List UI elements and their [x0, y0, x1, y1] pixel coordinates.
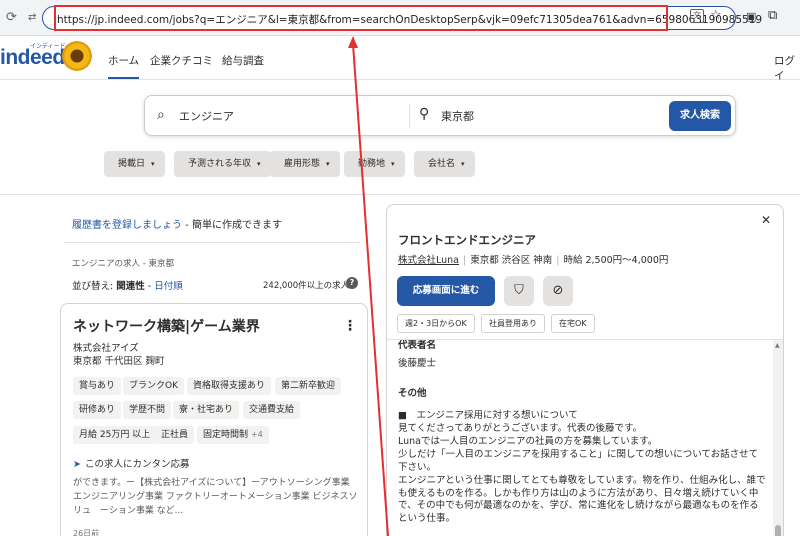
sort-relevance: 関連性 [116, 281, 145, 292]
job-title[interactable]: ネットワーク構築|ゲーム業界 [73, 316, 260, 336]
job-tag: 資格取得支援あり [187, 377, 272, 395]
site-header: indeed インディード ホーム 企業クチコミ 給与調査 ログイ [0, 36, 800, 83]
representative-name: 後藤慶士 [398, 358, 437, 369]
detail-tag: 週2・3日からOK [397, 314, 475, 333]
job-company: 株式会社アイズ [73, 343, 139, 354]
job-tag: ブランクOK [123, 377, 184, 395]
result-count: 242,000件以上の求人 [263, 281, 350, 291]
easy-apply: ➤ この求人にカンタン応募 [73, 456, 189, 470]
close-icon[interactable]: ✕ [761, 213, 771, 227]
posted-date: 26日前 [73, 529, 100, 536]
logo-subtitle: インディード [30, 43, 66, 50]
meta-divider: | [556, 255, 560, 266]
resume-prompt: 履歴書を登録しましょう - 簡単に作成できます [72, 216, 282, 231]
filter-location-label: 勤務地 [358, 159, 386, 169]
chevron-down-icon: ▾ [391, 160, 395, 168]
easy-apply-label: この求人にカンタン応募 [84, 459, 190, 470]
filter-date[interactable]: 掲載日 ▾ [104, 151, 165, 177]
detail-paragraph: 少しだけ「一人目のエンジニアを採用すること」に関しての想いについてお話させて下さ… [398, 449, 759, 473]
filter-salary-label: 予測される年収 [188, 159, 252, 169]
detail-tag: 社員登用あり [481, 314, 545, 333]
what-input[interactable]: エンジニア [179, 108, 234, 124]
job-tag: 寮・社宅あり [173, 401, 240, 419]
chevron-down-icon: ▾ [151, 160, 155, 168]
detail-meta: 株式会社Luna | 東京都 渋谷区 神南 | 時給 2,500円～4,000円 [398, 252, 668, 266]
detail-tag: 在宅OK [551, 314, 595, 333]
location-pin-icon: ⚲ [419, 106, 430, 122]
filter-employment-label: 雇用形態 [284, 159, 321, 169]
extension-icon[interactable]: ▣ [746, 10, 756, 23]
more-options-icon[interactable]: ⋮ [343, 318, 357, 334]
sort-prefix: 並び替え: [72, 281, 117, 292]
reload-icon[interactable]: ⟳ [6, 10, 17, 25]
save-bookmark-icon[interactable]: ⛉ [504, 276, 534, 306]
filter-salary[interactable]: 予測される年収 ▾ [174, 151, 271, 177]
detail-bullet: ■ エンジニア採用に対する想いについて [398, 410, 578, 421]
site-info-icon[interactable]: ⇄ [28, 12, 36, 23]
detail-salary: 時給 2,500円～4,000円 [563, 255, 669, 266]
translate-icon[interactable]: 文 [690, 9, 704, 23]
job-tag: 交通費支給 [243, 401, 301, 419]
scrollbar-thumb[interactable] [775, 525, 781, 536]
job-location: 東京都 千代田区 麹町 [73, 356, 165, 367]
detail-body[interactable]: 代表者名 後藤慶士 その他 ■ エンジニア採用に対する想いについて 見てくださっ… [387, 340, 773, 536]
search-icon: ⌕ [157, 107, 165, 123]
filter-employment-type[interactable]: 雇用形態 ▾ [270, 151, 340, 177]
chevron-down-icon: ▾ [461, 160, 465, 168]
left-divider [64, 242, 360, 243]
search-button[interactable]: 求人検索 [669, 101, 731, 131]
more-tags-count: +4 [250, 430, 263, 439]
filter-location[interactable]: 勤務地 ▾ [344, 151, 405, 177]
filter-date-label: 掲載日 [118, 159, 146, 169]
detail-company-link[interactable]: 株式会社Luna [398, 255, 459, 266]
page-divider [0, 194, 800, 195]
other-heading: その他 [398, 388, 427, 399]
search-divider [409, 104, 410, 128]
chevron-down-icon: ▾ [326, 160, 330, 168]
where-input[interactable]: 東京都 [441, 108, 474, 124]
nav-company-reviews[interactable]: 企業クチコミ [150, 53, 213, 68]
apply-button[interactable]: 応募画面に進む [397, 276, 495, 306]
job-tag: 月給 25万円 以上 [73, 426, 157, 444]
sunflower-icon [62, 41, 92, 71]
scroll-up-icon[interactable]: ▲ [775, 342, 780, 349]
detail-paragraph: Lunaでは一人目のエンジニアの社員の方を募集しています。 [398, 436, 658, 447]
login-link[interactable]: ログイ [774, 53, 800, 83]
extensions-puzzle-icon[interactable]: ⧉ [768, 8, 777, 23]
resume-prompt-text: - 簡単に作成できます [182, 220, 282, 231]
nav-salary[interactable]: 給与調査 [222, 53, 264, 68]
job-tag: 賞与あり [73, 377, 122, 395]
job-tag-last: 固定時間制 +4 [197, 426, 269, 444]
sort-row: 並び替え: 関連性 - 日付順 [72, 278, 183, 292]
detail-paragraph: 見てくださってありがとうございます。代表の後藤です。 [398, 423, 643, 434]
chevron-down-icon: ▾ [257, 160, 261, 168]
detail-scrollbar[interactable]: ▲ [773, 340, 783, 536]
job-tag: 第二新卒歓迎 [275, 377, 342, 395]
detail-paragraph: エンジニアという仕事に関してとても尊敬をしています。物を作り、仕組み化し、誰でも… [398, 475, 766, 524]
representative-label: 代表者名 [398, 340, 437, 351]
url-highlight-box [54, 5, 668, 31]
nav-home[interactable]: ホーム [108, 53, 140, 79]
sort-separator: - [144, 281, 155, 292]
job-tag: 研修あり [73, 401, 122, 419]
job-snippet: ができます。ー【株式会社アイズについて】ーアウトソーシング事業 エンジニアリング… [73, 478, 358, 516]
not-interested-icon[interactable]: ⊘ [543, 276, 573, 306]
search-bar: ⌕ エンジニア ⚲ 東京都 求人検索 [144, 95, 736, 136]
meta-divider: | [463, 255, 467, 266]
help-icon[interactable]: ? [346, 277, 358, 289]
detail-location: 東京都 渋谷区 神南 [470, 255, 553, 266]
job-tag: 正社員 [155, 426, 195, 444]
job-detail-pane: ✕ フロントエンドエンジニア 株式会社Luna | 東京都 渋谷区 神南 | 時給 2,… [386, 204, 784, 536]
job-tag: 学歴不問 [123, 401, 172, 419]
breadcrumb: エンジニアの求人 - 東京都 [72, 259, 174, 269]
filter-company-label: 会社名 [428, 159, 456, 169]
detail-title: フロントエンドエンジニア [398, 233, 536, 247]
bookmark-star-icon[interactable]: ☆ [710, 8, 722, 23]
send-arrow-icon: ➤ [73, 459, 81, 470]
job-tag-label: 固定時間制 [203, 430, 249, 440]
sort-by-date-link[interactable]: 日付順 [154, 281, 183, 292]
job-card[interactable]: ネットワーク構築|ゲーム業界 ⋮ 株式会社アイズ 東京都 千代田区 麹町 賞与あ… [60, 303, 368, 536]
resume-link[interactable]: 履歴書を登録しましょう [72, 220, 182, 231]
filter-company[interactable]: 会社名 ▾ [414, 151, 475, 177]
